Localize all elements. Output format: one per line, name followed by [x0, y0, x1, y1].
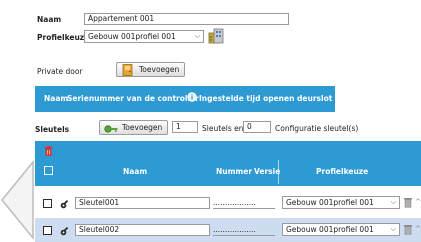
select-all-checkbox[interactable]: [44, 166, 53, 175]
profielkeuze-value: Gebouw 001profiel 001: [88, 32, 176, 41]
private-door-add-label: Toevoegen: [139, 65, 180, 74]
key-number: ..................: [213, 226, 275, 236]
back-arrow-icon[interactable]: [0, 160, 34, 240]
table-row[interactable]: Sleutel002 .................. .. Gebouw …: [35, 218, 421, 242]
config-keys-text: Configuratie sleutel(s): [275, 124, 359, 133]
info-icon[interactable]: [187, 92, 197, 102]
chevron-down-icon: ⌵: [390, 198, 396, 206]
naam-input[interactable]: Appartement 001: [84, 13, 289, 25]
sleutels-en-text: Sleutels en: [202, 124, 244, 133]
key-profile-value: Gebouw 001profiel 001: [286, 198, 374, 207]
trash-icon[interactable]: [44, 146, 53, 156]
key-profile-select[interactable]: Gebouw 001profiel 001 ⌵: [282, 196, 400, 209]
col-naam: Naam: [123, 167, 148, 176]
private-door-col-ingestelde-tijd: Ingestelde tijd openen deurslot (s): [199, 94, 347, 103]
key-icon: [60, 199, 69, 209]
row-checkbox[interactable]: [43, 226, 52, 235]
keys-table-header: [35, 141, 421, 186]
col-profielkeuze: Profielkeuze: [316, 167, 369, 176]
chevron-down-icon: ⌵: [194, 32, 200, 40]
key-name-input[interactable]: Sleutel002: [75, 224, 210, 236]
delete-row-icon[interactable]: [404, 224, 412, 235]
profielkeuze-select[interactable]: Gebouw 001profiel 001 ⌵: [84, 30, 204, 43]
profielkeuze-label: Profielkeuze: [37, 33, 90, 42]
add-key-icon: [104, 125, 118, 133]
row-more-indicator[interactable]: ^: [415, 225, 421, 233]
sleutels-count-input[interactable]: 1: [172, 121, 198, 133]
private-door-col-serienummer: Serienummer van de controller: [67, 94, 199, 103]
config-count-input[interactable]: 0: [243, 121, 271, 133]
private-door-label: Private door: [37, 67, 83, 76]
col-nummer: Nummer: [216, 167, 253, 176]
sleutels-label: Sleutels: [35, 125, 70, 134]
delete-row-icon[interactable]: [404, 197, 412, 208]
sleutels-add-button[interactable]: Toevoegen: [99, 120, 169, 135]
table-row[interactable]: Sleutel001 .................. .. Gebouw …: [35, 190, 421, 216]
key-name-input[interactable]: Sleutel001: [75, 197, 210, 209]
row-more-indicator[interactable]: ^: [415, 198, 421, 206]
key-profile-value: Gebouw 001profiel 001: [286, 225, 374, 234]
private-door-col-naam: Naam: [44, 94, 69, 103]
row-checkbox[interactable]: [43, 199, 52, 208]
building-icon[interactable]: [207, 27, 225, 45]
naam-label: Naam: [37, 15, 62, 24]
door-icon: [122, 64, 133, 76]
key-profile-select[interactable]: Gebouw 001profiel 001 ⌵: [282, 223, 400, 236]
key-number: ..................: [213, 199, 275, 209]
header-separator: [278, 160, 279, 184]
col-versie: Versie: [254, 167, 281, 176]
key-icon: [60, 226, 69, 236]
private-door-add-button[interactable]: Toevoegen: [116, 62, 186, 77]
chevron-down-icon: ⌵: [390, 225, 396, 233]
sleutels-add-label: Toevoegen: [122, 123, 163, 132]
